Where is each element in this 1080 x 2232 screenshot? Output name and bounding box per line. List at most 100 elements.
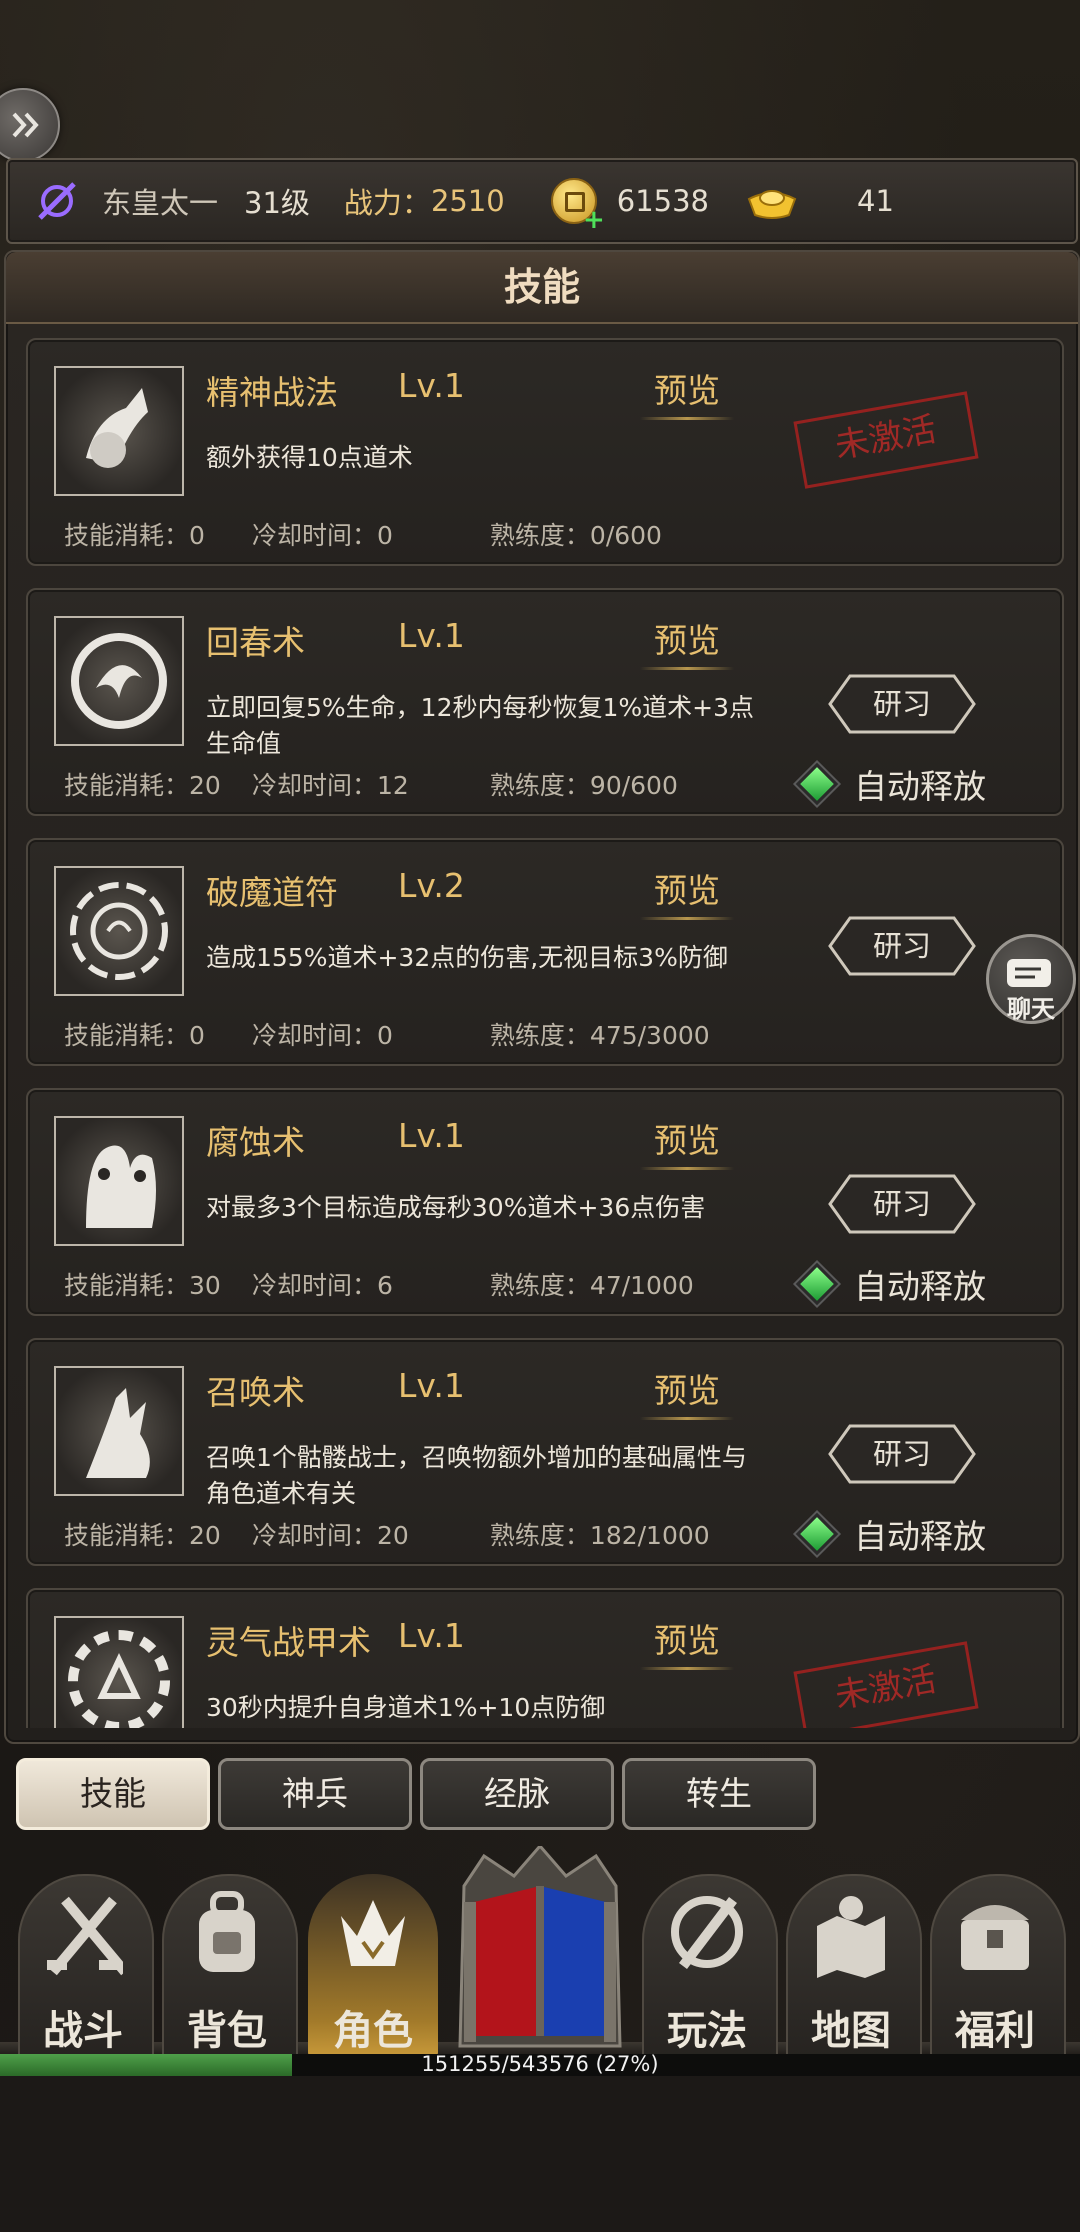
proficiency-value: 0/600 — [589, 521, 662, 550]
cooldown-label: 冷却时间： — [251, 771, 377, 800]
proficiency-value: 475/3000 — [589, 1021, 710, 1050]
crown-icon — [341, 1900, 405, 1966]
portal-gate-icon[interactable] — [444, 1846, 636, 2056]
skill-stats: 技能消耗：20 冷却时间：12 熟练度：90/600 — [64, 766, 678, 802]
skill-icon[interactable] — [54, 616, 184, 746]
learn-button[interactable]: 研习 — [828, 916, 976, 976]
skill-level: Lv.1 — [398, 616, 465, 655]
proficiency-value: 182/1000 — [589, 1521, 710, 1550]
skill-name: 回春术 — [206, 623, 305, 662]
sub-tabs: 技能 神兵 经脉 转生 — [16, 1758, 816, 1830]
skill-card[interactable]: 破魔道符 Lv.2 预览 造成155%道术+32点的伤害,无视目标3%防御 技能消耗：… — [26, 838, 1064, 1066]
skill-stats: 技能消耗：0 冷却时间：0 熟练度：0/600 — [64, 516, 662, 552]
cooldown-label: 冷却时间： — [251, 1271, 377, 1300]
plus-icon: + — [582, 205, 605, 235]
ingot-amount: 41 — [857, 184, 894, 218]
skill-name: 精神战法 — [206, 373, 338, 412]
tab-2[interactable]: 经脉 — [420, 1758, 614, 1830]
skill-level: Lv.1 — [398, 1116, 465, 1155]
proficiency-label: 熟练度： — [489, 1021, 590, 1050]
skill-list[interactable]: 精神战法 Lv.1 预览 额外获得10点道术 技能消耗：0 冷却时间：0 熟练度：0/… — [26, 338, 1066, 1728]
power-label: 战力： — [343, 186, 431, 220]
skill-emblem-icon — [86, 388, 148, 468]
skill-icon[interactable] — [54, 366, 184, 496]
learn-button[interactable]: 研习 — [828, 1174, 976, 1234]
exp-text: 151255/543576 (27%) — [421, 2052, 659, 2076]
gold-ingot-icon — [747, 190, 797, 219]
cost-value: 20 — [189, 771, 221, 800]
proficiency-value: 47/1000 — [589, 1271, 694, 1300]
auto-cast-toggle[interactable]: 自动释放 — [792, 1259, 986, 1309]
skill-name: 腐蚀术 — [206, 1123, 305, 1162]
skill-card[interactable]: 腐蚀术 Lv.1 预览 对最多3个目标造成每秒30%道术+36点伤害 技能消耗：30 … — [26, 1088, 1064, 1316]
learn-label: 研习 — [872, 929, 931, 963]
auto-cast-toggle[interactable]: 自动释放 — [792, 759, 986, 809]
cooldown-value: 0 — [376, 521, 393, 550]
exp-bar: 151255/543576 (27%) — [0, 2052, 1080, 2076]
skill-emblem-icon — [86, 1145, 156, 1228]
auto-cast-label: 自动释放 — [854, 1517, 986, 1556]
cost-label: 技能消耗： — [64, 1271, 190, 1300]
preview-link[interactable]: 预览 — [640, 364, 734, 420]
auto-cast-toggle[interactable]: 自动释放 — [792, 1509, 986, 1559]
preview-link[interactable]: 预览 — [640, 1364, 734, 1420]
auto-cast-label: 自动释放 — [854, 1267, 986, 1306]
player-status-bar: 东皇太一 31级 战力： 2510 + 61538 41 — [6, 158, 1078, 244]
inactive-stamp: 未激活 — [793, 391, 979, 489]
gold-amount: 61538 — [616, 184, 710, 218]
green-gem-icon — [792, 1509, 842, 1559]
tab-0[interactable]: 技能 — [16, 1758, 210, 1830]
chat-button[interactable]: 聊天 — [986, 934, 1076, 1024]
backpack-icon — [199, 1891, 255, 1972]
skill-name: 破魔道符 — [206, 873, 338, 912]
preview-link[interactable]: 预览 — [640, 1614, 734, 1670]
skill-icon[interactable] — [54, 1366, 184, 1496]
skill-icon[interactable] — [54, 866, 184, 996]
skill-emblem-icon — [70, 882, 168, 980]
cost-label: 技能消耗： — [64, 521, 190, 550]
skill-description: 造成155%道术+32点的伤害,无视目标3%防御 — [206, 943, 728, 972]
learn-label: 研习 — [872, 1437, 931, 1471]
learn-button[interactable]: 研习 — [828, 674, 976, 734]
cost-label: 技能消耗： — [64, 1521, 190, 1550]
proficiency-label: 熟练度： — [489, 1271, 590, 1300]
proficiency-value: 90/600 — [589, 771, 678, 800]
skill-description: 召唤1个骷髅战士，召唤物额外增加的基础属性与角色道术有关 — [206, 1443, 747, 1508]
skill-description: 立即回复5%生命，12秒内每秒恢复1%道术+3点生命值 — [206, 693, 754, 758]
auto-cast-label: 自动释放 — [854, 767, 986, 806]
proficiency-label: 熟练度： — [489, 771, 590, 800]
cooldown-label: 冷却时间： — [251, 1521, 377, 1550]
nav-label: 角色 — [333, 2008, 413, 2054]
taoist-class-icon — [38, 182, 76, 220]
green-gem-icon — [792, 759, 842, 809]
skill-card[interactable]: 灵气战甲术 Lv.1 预览 30秒内提升自身道术1%+10点防御 未激活 — [26, 1588, 1064, 1728]
inactive-stamp: 未激活 — [793, 1641, 979, 1728]
skill-description: 30秒内提升自身道术1%+10点防御 — [206, 1693, 606, 1722]
learn-label: 研习 — [872, 1187, 931, 1221]
skill-panel: 技能 精神战法 Lv.1 预览 额外获得10点道术 技能消耗：0 冷却时间：0 熟练度… — [4, 250, 1080, 1744]
nav-label: 福利 — [955, 2008, 1035, 2054]
cost-value: 0 — [189, 1021, 205, 1050]
bottom-area — [0, 2076, 1080, 2232]
proficiency-label: 熟练度： — [489, 521, 590, 550]
skill-name: 召唤术 — [206, 1373, 305, 1412]
learn-button[interactable]: 研习 — [828, 1424, 976, 1484]
bottom-nav: 战斗 背包 角色 玩法 地图 福利 — [0, 1846, 1080, 2060]
sword-swirl-icon — [671, 1896, 743, 1970]
gold-coin-add-button[interactable]: + — [550, 178, 605, 233]
skill-card[interactable]: 回春术 Lv.1 预览立即回复5%生命，12秒内每秒恢复1%道术+3点生命值 技能消… — [26, 588, 1064, 816]
preview-link[interactable]: 预览 — [640, 614, 734, 670]
skill-level: Lv.2 — [398, 866, 465, 905]
skill-icon[interactable] — [54, 1116, 184, 1246]
skill-card[interactable]: 召唤术 Lv.1 预览召唤1个骷髅战士，召唤物额外增加的基础属性与角色道术有关 技能… — [26, 1338, 1064, 1566]
skill-stats: 技能消耗：30 冷却时间：6 熟练度：47/1000 — [64, 1266, 694, 1302]
tab-3[interactable]: 转生 — [622, 1758, 816, 1830]
double-chevron-icon — [12, 112, 39, 138]
skill-icon[interactable] — [54, 1616, 184, 1728]
preview-link[interactable]: 预览 — [640, 1114, 734, 1170]
preview-link[interactable]: 预览 — [640, 864, 734, 920]
skill-level: Lv.1 — [398, 1366, 465, 1405]
tab-1[interactable]: 神兵 — [218, 1758, 412, 1830]
skill-card[interactable]: 精神战法 Lv.1 预览 额外获得10点道术 技能消耗：0 冷却时间：0 熟练度：0/… — [26, 338, 1064, 566]
cost-value: 20 — [189, 1521, 221, 1550]
